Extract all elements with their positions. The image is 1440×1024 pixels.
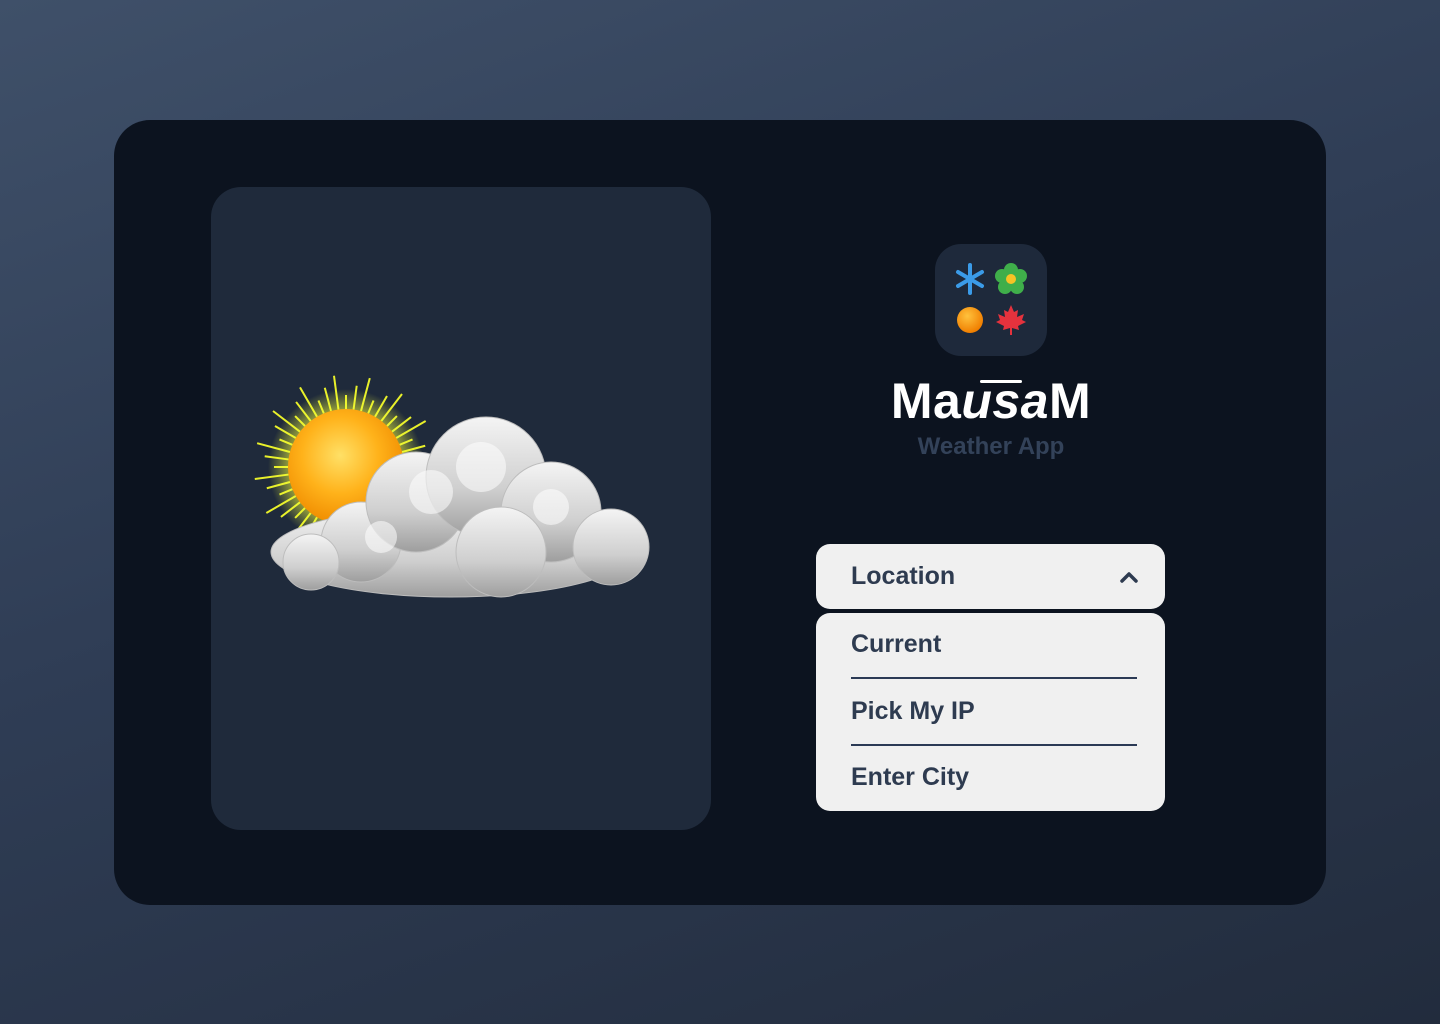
- sun-icon: [953, 303, 987, 337]
- divider: [851, 677, 1137, 679]
- location-options-menu: Current Pick My IP Enter City: [816, 613, 1165, 811]
- weather-illustration-panel: [211, 187, 711, 830]
- divider: [851, 744, 1137, 746]
- chevron-up-icon: [1120, 571, 1138, 583]
- partly-cloudy-icon: [254, 375, 650, 598]
- app-title-end: M: [1048, 373, 1092, 429]
- option-current[interactable]: Current: [851, 630, 1137, 659]
- app-title-start: Ma: [890, 373, 962, 429]
- option-enter-city[interactable]: Enter City: [851, 763, 1137, 792]
- app-title: MausaM: [814, 372, 1168, 430]
- flower-icon: [994, 262, 1028, 296]
- app-subtitle: Weather App: [917, 433, 1065, 460]
- location-dropdown-label: Location: [851, 562, 956, 590]
- app-card: MausaM Weather App Location Current Pick…: [114, 120, 1326, 905]
- option-pick-my-ip[interactable]: Pick My IP: [851, 697, 1137, 726]
- snowflake-icon: [953, 262, 987, 296]
- maple-leaf-icon: [994, 303, 1028, 337]
- app-title-mid: usa: [961, 373, 1049, 429]
- location-dropdown[interactable]: Location: [816, 544, 1165, 609]
- app-logo: [935, 244, 1047, 356]
